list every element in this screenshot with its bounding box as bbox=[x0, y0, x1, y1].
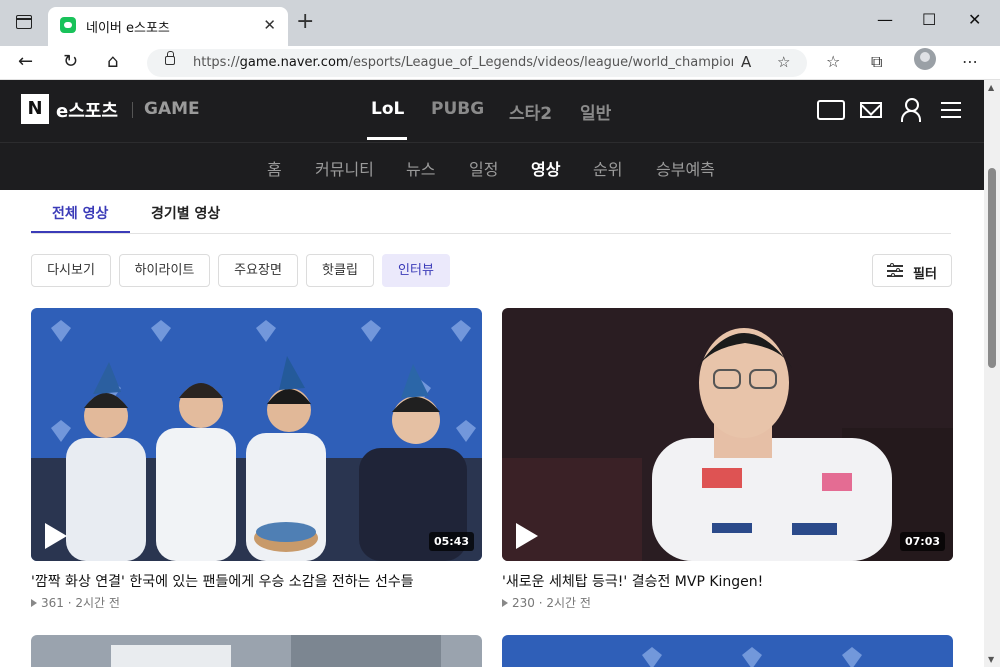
new-tab-icon[interactable]: + bbox=[296, 11, 314, 33]
logo-divider bbox=[132, 102, 133, 118]
ticket-icon[interactable] bbox=[817, 100, 845, 120]
subnav-home[interactable]: 홈 bbox=[267, 156, 282, 180]
naver-favicon-icon bbox=[60, 17, 76, 33]
upload-time: 2시간 전 bbox=[75, 596, 120, 610]
refresh-icon[interactable]: ↻ bbox=[63, 51, 78, 72]
video-title[interactable]: '새로운 세체탑 등극!' 결승전 MVP Kingen! bbox=[502, 571, 763, 591]
video-thumbnail[interactable]: 07:03 bbox=[502, 308, 953, 561]
video-meta: 230 · 2시간 전 bbox=[502, 594, 591, 611]
video-duration: 05:43 bbox=[428, 532, 474, 551]
subnav-community[interactable]: 커뮤니티 bbox=[315, 156, 374, 180]
mvp-thumbnail-image bbox=[502, 308, 953, 561]
view-count: 361 bbox=[41, 596, 64, 610]
subnav-prediction[interactable]: 승부예측 bbox=[656, 156, 715, 180]
video-card-partial[interactable] bbox=[31, 635, 482, 667]
home-icon[interactable]: ⌂ bbox=[107, 51, 118, 72]
subnav-videos[interactable]: 영상 bbox=[531, 156, 560, 180]
scrollbar-thumb[interactable] bbox=[988, 168, 996, 368]
collections-icon[interactable]: ⧉ bbox=[871, 52, 882, 72]
subnav-schedule[interactable]: 일정 bbox=[469, 156, 498, 180]
game-link[interactable]: GAME bbox=[144, 99, 200, 119]
tab-pubg[interactable]: PUBG bbox=[431, 99, 484, 119]
tab-actions-icon[interactable] bbox=[16, 15, 32, 29]
video-card[interactable]: 07:03 '새로운 세체탑 등극!' 결승전 MVP Kingen! 230 … bbox=[502, 308, 953, 610]
play-icon[interactable] bbox=[45, 523, 67, 549]
chip-highlight[interactable]: 하이라이트 bbox=[119, 254, 210, 287]
chip-replay[interactable]: 다시보기 bbox=[31, 254, 111, 287]
minimize-icon[interactable]: — bbox=[877, 10, 893, 29]
esports-logo-text[interactable]: e스포츠 bbox=[56, 97, 118, 123]
scrollbar[interactable]: ▲ ▼ bbox=[984, 80, 1000, 667]
more-icon[interactable]: ⋯ bbox=[962, 52, 978, 71]
chip-hot-clip[interactable]: 핫클립 bbox=[306, 254, 374, 287]
active-game-tab-indicator bbox=[367, 137, 407, 140]
tab-general[interactable]: 일반 bbox=[580, 99, 611, 124]
naver-logo[interactable]: N bbox=[21, 94, 49, 124]
filter-label: 필터 bbox=[913, 267, 937, 282]
favorites-icon[interactable]: ☆ bbox=[826, 52, 840, 71]
page-content: N e스포츠 GAME LoL PUBG 스타2 일반 홈 커뮤니티 뉴스 일정… bbox=[0, 80, 984, 667]
video-thumbnail[interactable]: 05:43 bbox=[31, 308, 482, 561]
video-duration: 07:03 bbox=[899, 532, 945, 551]
chip-key-scenes[interactable]: 주요장면 bbox=[218, 254, 298, 287]
play-count-icon bbox=[31, 599, 37, 607]
upload-time: 2시간 전 bbox=[546, 596, 591, 610]
chip-interview[interactable]: 인터뷰 bbox=[382, 254, 450, 287]
video-card-partial[interactable] bbox=[502, 635, 953, 667]
maximize-icon[interactable]: ☐ bbox=[922, 10, 936, 29]
active-content-tab-indicator bbox=[31, 231, 130, 233]
browser-tab[interactable]: 네이버 e스포츠 ✕ bbox=[48, 7, 288, 46]
subnav-news[interactable]: 뉴스 bbox=[406, 156, 435, 180]
content-tab-divider bbox=[31, 233, 951, 234]
browser-tab-bar: 네이버 e스포츠 ✕ + — ☐ ✕ bbox=[0, 0, 1000, 46]
scroll-up-icon[interactable]: ▲ bbox=[988, 83, 994, 92]
video-meta: 361 · 2시간 전 bbox=[31, 594, 120, 611]
header-divider bbox=[0, 142, 984, 143]
tab-title: 네이버 e스포츠 bbox=[86, 21, 170, 36]
site-header: N e스포츠 GAME LoL PUBG 스타2 일반 홈 커뮤니티 뉴스 일정… bbox=[0, 80, 984, 190]
play-icon[interactable] bbox=[516, 523, 538, 549]
url-text[interactable]: https://game.naver.com/esports/League_of… bbox=[193, 55, 733, 70]
video-thumbnail-partial bbox=[502, 635, 953, 667]
scroll-down-icon[interactable]: ▼ bbox=[988, 655, 994, 664]
filter-button[interactable]: 필터 bbox=[872, 254, 952, 287]
tab-match-videos[interactable]: 경기별 영상 bbox=[151, 203, 220, 223]
close-window-icon[interactable]: ✕ bbox=[968, 10, 981, 29]
tab-starcraft2[interactable]: 스타2 bbox=[509, 99, 552, 124]
user-icon[interactable] bbox=[901, 98, 921, 122]
filter-sliders-icon bbox=[887, 263, 903, 278]
subnav-ranking[interactable]: 순위 bbox=[593, 156, 622, 180]
video-thumbnail-partial bbox=[31, 635, 482, 667]
tab-all-videos[interactable]: 전체 영상 bbox=[52, 203, 108, 223]
video-title[interactable]: '깜짝 화상 연결' 한국에 있는 팬들에게 우승 소감을 전하는 선수들 bbox=[31, 571, 414, 591]
profile-avatar[interactable] bbox=[914, 48, 936, 70]
read-aloud-icon[interactable]: A bbox=[741, 53, 751, 71]
mail-icon[interactable] bbox=[860, 102, 882, 118]
back-icon[interactable]: ← bbox=[18, 51, 33, 72]
video-card[interactable]: 05:43 '깜짝 화상 연결' 한국에 있는 팬들에게 우승 소감을 전하는 … bbox=[31, 308, 482, 610]
interview-thumbnail-image bbox=[31, 308, 482, 561]
view-count: 230 bbox=[512, 596, 535, 610]
address-bar[interactable]: https://game.naver.com/esports/League_of… bbox=[147, 49, 807, 77]
hamburger-menu-icon[interactable] bbox=[941, 102, 961, 118]
lock-icon[interactable] bbox=[165, 51, 175, 65]
tab-close-icon[interactable]: ✕ bbox=[263, 16, 276, 34]
tab-lol[interactable]: LoL bbox=[371, 99, 404, 119]
address-bar-row: ← ↻ ⌂ https://game.naver.com/esports/Lea… bbox=[0, 46, 1000, 80]
add-favorite-icon[interactable]: ☆ bbox=[777, 53, 790, 71]
play-count-icon bbox=[502, 599, 508, 607]
